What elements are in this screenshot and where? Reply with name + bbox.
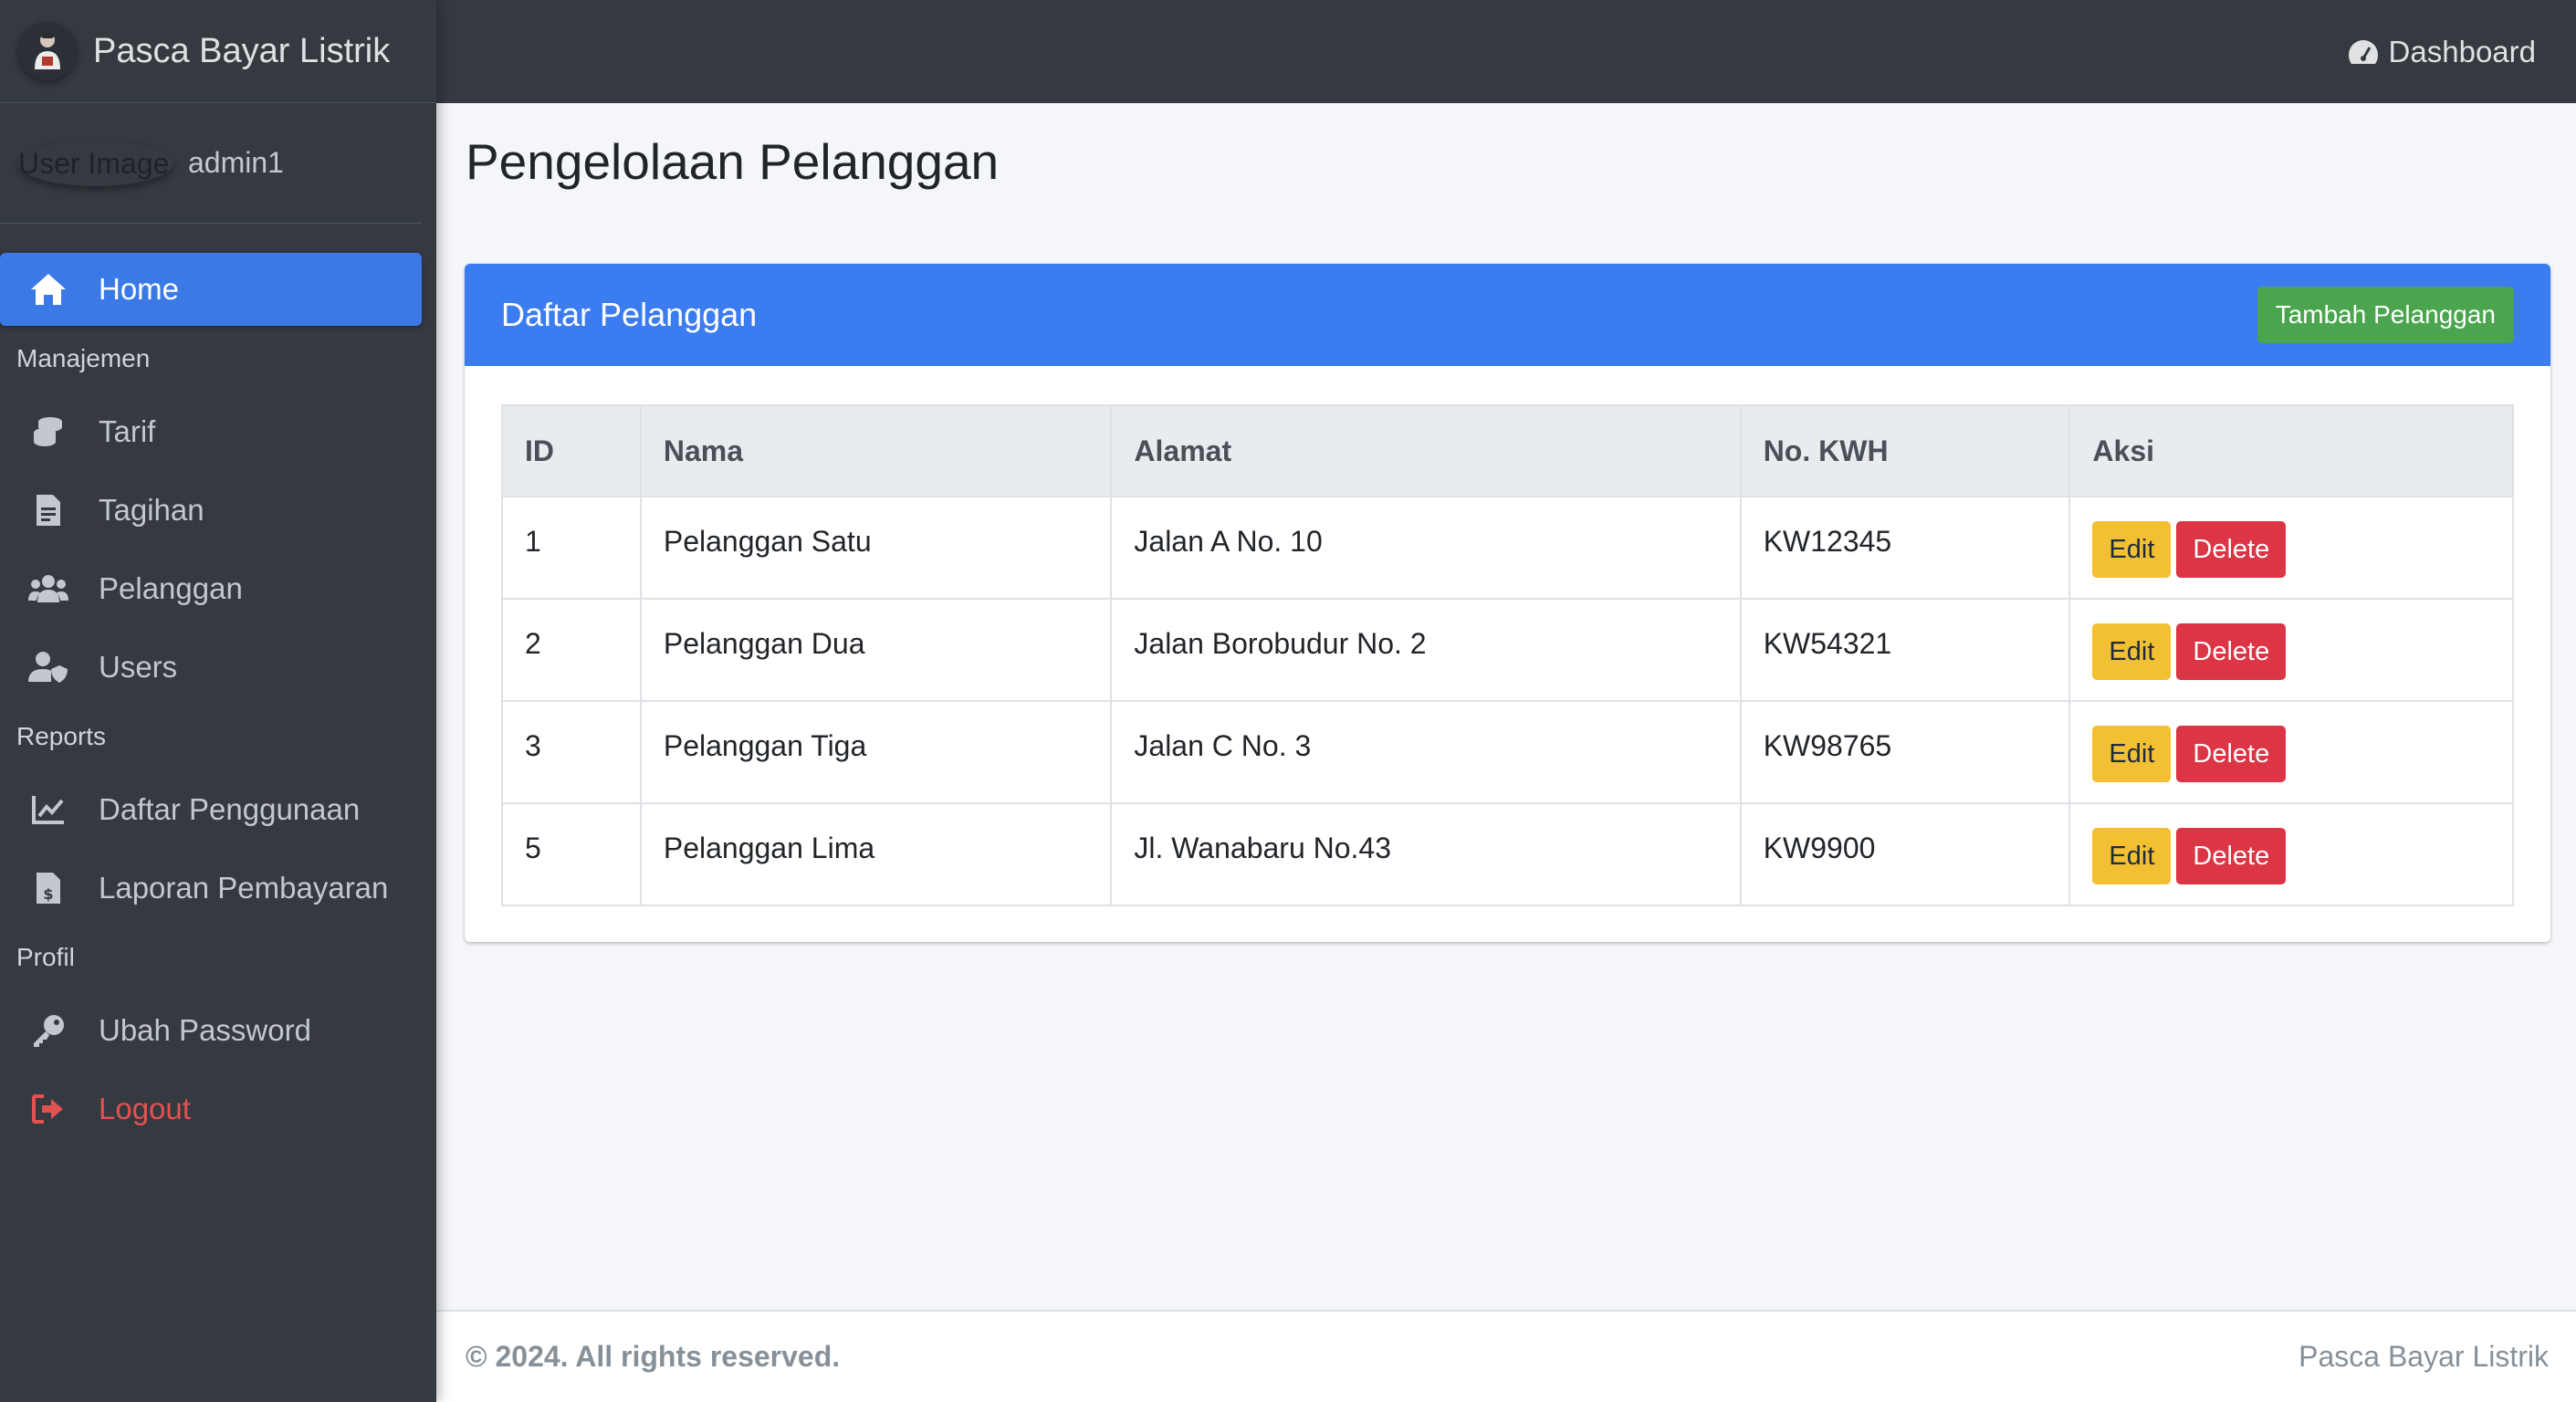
sidebar-item-laporan-pembayaran[interactable]: $ Laporan Pembayaran (0, 852, 422, 925)
dashboard-link[interactable]: Dashboard (2347, 35, 2536, 69)
nav-header-reports: Reports (16, 722, 107, 750)
sidebar-item-label: Tagihan (99, 493, 204, 527)
brand-link[interactable]: Pasca Bayar Listrik (0, 0, 436, 103)
cell-alamat: Jalan Borobudur No. 2 (1110, 598, 1742, 702)
coins-icon (27, 411, 69, 453)
cell-nama: Pelanggan Satu (639, 496, 1113, 600)
nav-header-profil: Profil (16, 943, 75, 971)
sidebar-item-tagihan[interactable]: Tagihan (0, 474, 422, 547)
user-panel: User Image admin1 (0, 103, 422, 224)
card-body: ID Nama Alamat No. KWH Aksi 1 Pelanggan … (465, 366, 2550, 906)
cell-actions: Edit Delete (2068, 598, 2514, 702)
add-customer-button[interactable]: Tambah Pelanggan (2257, 287, 2514, 343)
delete-button[interactable]: Delete (2176, 521, 2287, 578)
sidebar-item-label: Tarif (99, 414, 156, 448)
column-header-kwh: No. KWH (1739, 404, 2071, 497)
sidebar-item-logout[interactable]: Logout (0, 1072, 422, 1146)
sidebar-item-users[interactable]: Users (0, 631, 422, 704)
table-header-row: ID Nama Alamat No. KWH Aksi (501, 404, 2514, 497)
customer-table: ID Nama Alamat No. KWH Aksi 1 Pelanggan … (501, 404, 2514, 906)
page-title: Pengelolaan Pelanggan (466, 133, 1000, 190)
cell-alamat: Jl. Wanabaru No.43 (1110, 802, 1742, 906)
cell-kwh: KW98765 (1739, 700, 2071, 804)
customer-card: Daftar Pelanggan Tambah Pelanggan ID Nam… (465, 264, 2550, 942)
cell-nama: Pelanggan Lima (639, 802, 1113, 906)
content-wrapper: Pengelolaan Pelanggan Daftar Pelanggan T… (436, 103, 2576, 1310)
home-icon (27, 268, 69, 310)
table-row: 5 Pelanggan Lima Jl. Wanabaru No.43 KW99… (501, 802, 2514, 906)
delete-button[interactable]: Delete (2176, 828, 2287, 884)
cell-id: 5 (501, 802, 642, 906)
column-header-aksi: Aksi (2068, 404, 2514, 497)
sidebar-nav: Home Manajemen Tarif Tagihan Pelanggan U… (0, 224, 436, 1146)
column-header-nama: Nama (639, 404, 1113, 497)
card-header: Daftar Pelanggan Tambah Pelanggan (465, 264, 2550, 366)
sidebar-item-label: Laporan Pembayaran (99, 871, 389, 905)
cell-kwh: KW12345 (1739, 496, 2071, 600)
delete-button[interactable]: Delete (2176, 726, 2287, 782)
sidebar-item-ubah-password[interactable]: Ubah Password (0, 994, 422, 1067)
cell-alamat: Jalan C No. 3 (1110, 700, 1742, 804)
brand-title: Pasca Bayar Listrik (93, 31, 391, 70)
line-chart-icon (27, 789, 69, 831)
sidebar-item-label: Ubah Password (99, 1013, 311, 1047)
cell-id: 3 (501, 700, 642, 804)
cell-actions: Edit Delete (2068, 700, 2514, 804)
edit-button[interactable]: Edit (2092, 623, 2172, 680)
cell-nama: Pelanggan Dua (639, 598, 1113, 702)
cell-id: 1 (501, 496, 642, 600)
cell-nama: Pelanggan Tiga (639, 700, 1113, 804)
logout-icon (27, 1088, 69, 1130)
svg-text:$: $ (43, 885, 53, 903)
table-row: 2 Pelanggan Dua Jalan Borobudur No. 2 KW… (501, 598, 2514, 702)
user-name[interactable]: admin1 (188, 146, 284, 180)
sidebar-item-label: Users (99, 650, 178, 684)
top-navbar: Dashboard (436, 0, 2576, 103)
table-row: 1 Pelanggan Satu Jalan A No. 10 KW12345 … (501, 496, 2514, 600)
sidebar-item-label: Logout (99, 1092, 191, 1125)
cell-alamat: Jalan A No. 10 (1110, 496, 1742, 600)
edit-button[interactable]: Edit (2092, 521, 2172, 578)
user-shield-icon (27, 646, 69, 688)
cell-kwh: KW54321 (1739, 598, 2071, 702)
card-title: Daftar Pelanggan (501, 296, 758, 333)
edit-button[interactable]: Edit (2092, 828, 2172, 884)
delete-button[interactable]: Delete (2176, 623, 2287, 680)
sidebar-item-label: Home (99, 272, 180, 306)
footer: © 2024. All rights reserved. Pasca Bayar… (436, 1310, 2576, 1402)
cell-id: 2 (501, 598, 642, 702)
table-row: 3 Pelanggan Tiga Jalan C No. 3 KW98765 E… (501, 700, 2514, 804)
gauge-icon (2347, 38, 2380, 66)
sidebar-item-label: Daftar Penggunaan (99, 792, 361, 826)
file-invoice-icon (27, 489, 69, 531)
sidebar: Pasca Bayar Listrik User Image admin1 Ho… (0, 0, 436, 1402)
edit-button[interactable]: Edit (2092, 726, 2172, 782)
footer-app-name: Pasca Bayar Listrik (2299, 1340, 2549, 1373)
sidebar-item-label: Pelanggan (99, 571, 243, 605)
users-icon (27, 568, 69, 610)
key-icon (27, 1010, 69, 1052)
sidebar-item-home[interactable]: Home (0, 253, 422, 326)
sidebar-item-pelanggan[interactable]: Pelanggan (0, 552, 422, 625)
dashboard-label: Dashboard (2388, 34, 2536, 68)
footer-copyright: © 2024. All rights reserved. (466, 1340, 841, 1373)
column-header-id: ID (501, 404, 642, 497)
nav-header-manajemen: Manajemen (16, 344, 151, 372)
cell-kwh: KW9900 (1739, 802, 2071, 906)
cell-actions: Edit Delete (2068, 496, 2514, 600)
user-avatar[interactable]: User Image (18, 141, 173, 186)
brand-logo-icon (18, 22, 77, 80)
file-dollar-icon: $ (27, 867, 69, 909)
sidebar-item-daftar-penggunaan[interactable]: Daftar Penggunaan (0, 773, 422, 846)
column-header-alamat: Alamat (1110, 404, 1742, 497)
sidebar-item-tarif[interactable]: Tarif (0, 395, 422, 468)
cell-actions: Edit Delete (2068, 802, 2514, 906)
